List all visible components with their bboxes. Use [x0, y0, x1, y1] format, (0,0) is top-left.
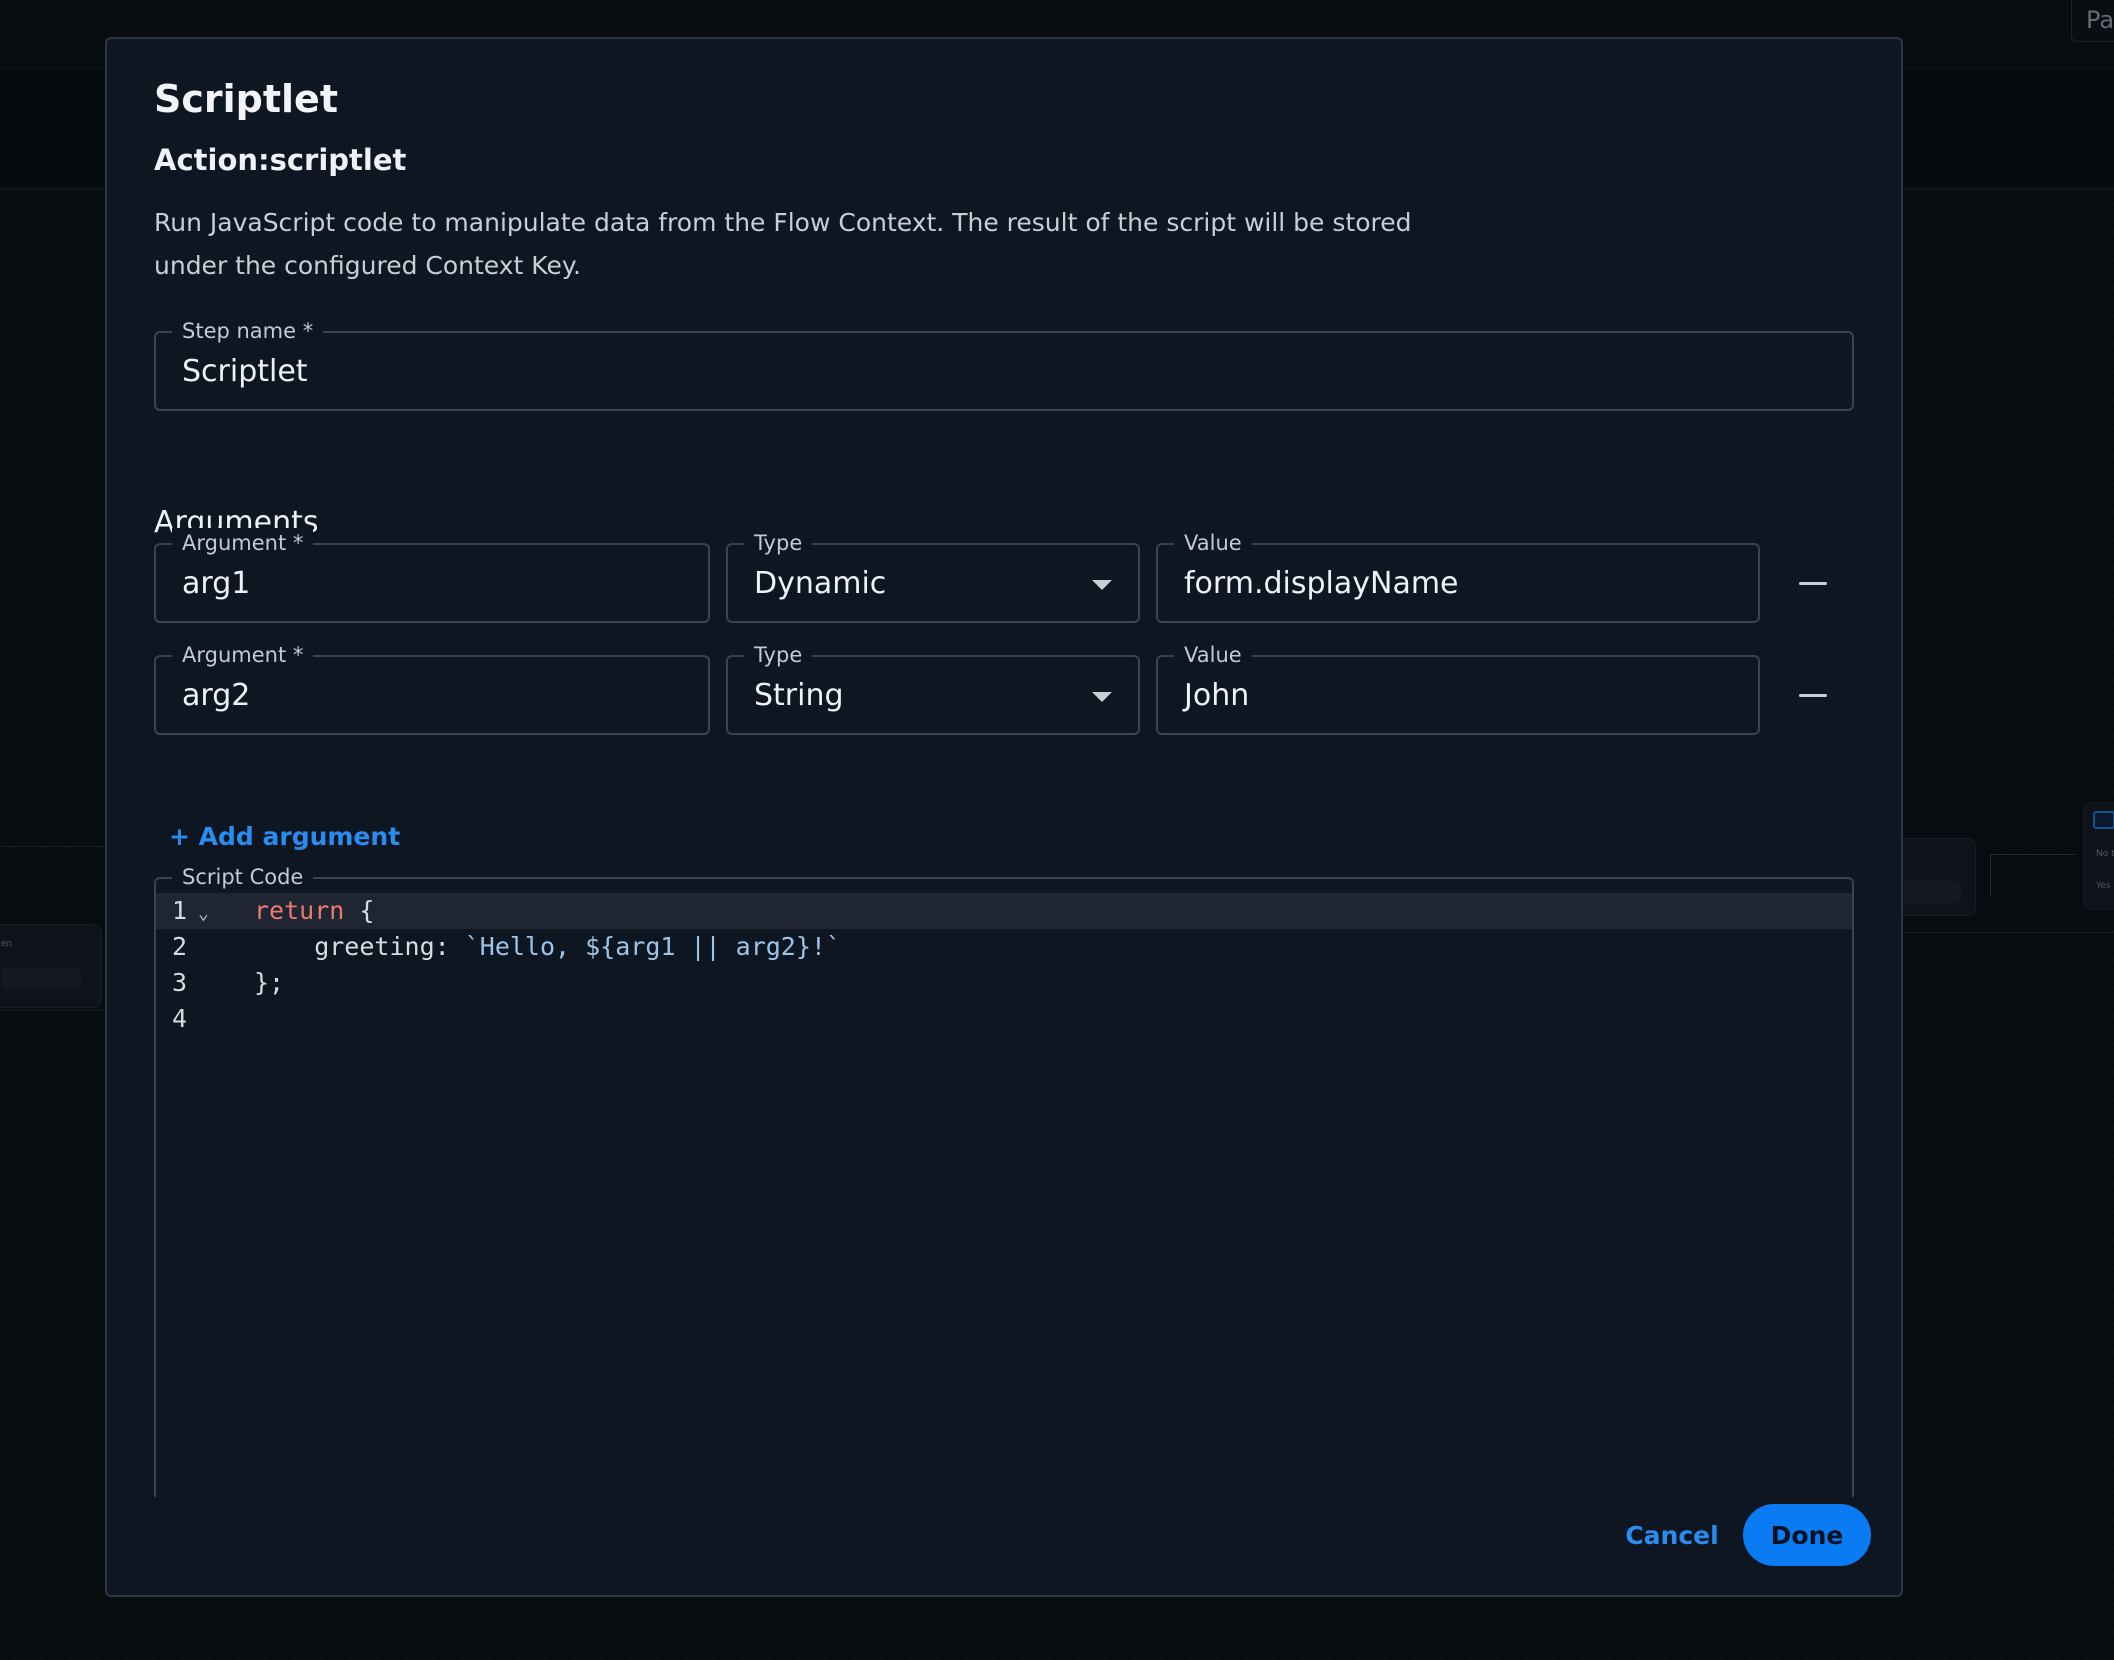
dialog-title: Scriptlet	[154, 77, 338, 121]
argument-value-input[interactable]: form.displayName	[1184, 545, 1459, 621]
add-argument-button[interactable]: + Add argument	[169, 822, 400, 851]
argument-value-field[interactable]: Value John	[1156, 640, 1760, 735]
argument-name-input[interactable]: arg2	[182, 657, 250, 733]
cancel-button[interactable]: Cancel	[1617, 1504, 1727, 1566]
step-name-input[interactable]: Scriptlet	[182, 333, 308, 409]
argument-name-field[interactable]: Argument * arg1	[154, 528, 710, 623]
code-line[interactable]: 3 };	[156, 965, 1852, 1001]
code-keyword: return	[254, 896, 345, 925]
minus-icon	[1799, 693, 1827, 697]
code-text-rest: {	[344, 896, 375, 925]
dialog-subtitle: Action:scriptlet	[154, 143, 407, 177]
code-text: };	[254, 968, 285, 997]
step-name-field[interactable]: Step name * Scriptlet	[154, 316, 1854, 411]
line-number: 2	[172, 932, 188, 961]
argument-type-select[interactable]: Type String	[726, 640, 1140, 735]
argument-type-select[interactable]: Type Dynamic	[726, 528, 1140, 623]
code-line[interactable]: 1 ⌄ return {	[156, 893, 1852, 929]
argument-value-input[interactable]: John	[1184, 657, 1249, 733]
line-number: 3	[172, 968, 188, 997]
scriptlet-dialog: Scriptlet Action:scriptlet Run JavaScrip…	[105, 37, 1903, 1597]
fold-chevron-icon[interactable]: ⌄	[198, 896, 209, 932]
argument-name-field[interactable]: Argument * arg2	[154, 640, 710, 735]
done-button[interactable]: Done	[1743, 1504, 1871, 1566]
argument-type-value[interactable]: Dynamic	[754, 545, 886, 621]
remove-argument-button[interactable]	[1783, 665, 1843, 725]
code-text: return {	[254, 893, 374, 929]
code-text: greeting: `Hello, ${arg1 || arg2}!`	[254, 929, 841, 965]
argument-value-field[interactable]: Value form.displayName	[1156, 528, 1760, 623]
minus-icon	[1799, 581, 1827, 585]
remove-argument-button[interactable]	[1783, 553, 1843, 613]
code-text-indent: greeting:	[254, 932, 465, 961]
chevron-down-icon[interactable]	[1092, 580, 1112, 590]
script-code-editor[interactable]: Script Code 1 ⌄ return { 2 greeting: `He…	[154, 862, 1854, 1497]
dialog-description: Run JavaScript code to manipulate data f…	[154, 208, 1412, 280]
script-code-label: Script Code	[172, 862, 314, 892]
argument-name-input[interactable]: arg1	[182, 545, 250, 621]
argument-type-value[interactable]: String	[754, 657, 844, 733]
code-line[interactable]: 2 greeting: `Hello, ${arg1 || arg2}!`	[156, 929, 1852, 965]
chevron-down-icon[interactable]	[1092, 692, 1112, 702]
line-number: 1	[172, 896, 188, 925]
code-line[interactable]: 4	[156, 1001, 1852, 1037]
code-string: `Hello, ${arg1 || arg2}!`	[464, 932, 842, 961]
line-number: 4	[172, 1004, 188, 1033]
